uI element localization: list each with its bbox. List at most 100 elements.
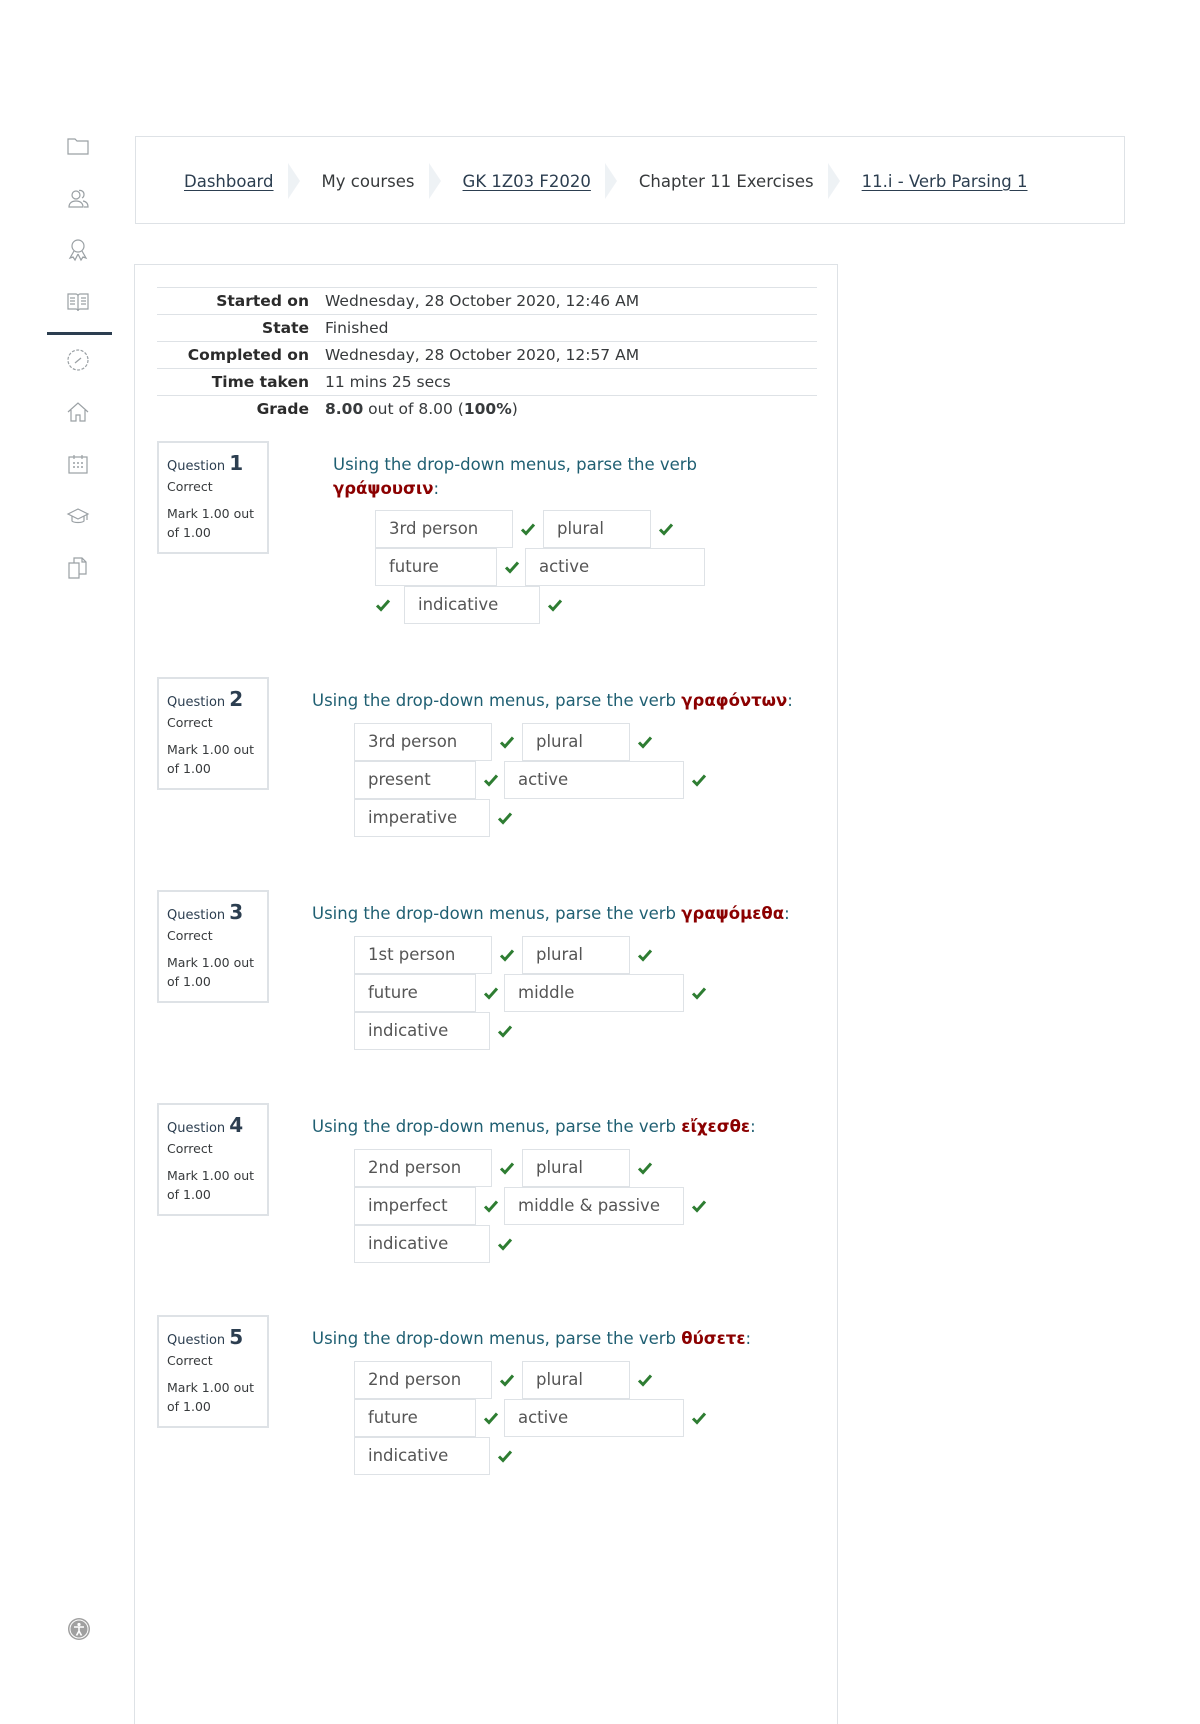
question-number-value: 2: [229, 687, 244, 711]
voice-select[interactable]: active: [504, 761, 684, 799]
question-prompt: Using the drop-down menus, parse the ver…: [333, 455, 698, 474]
question-block: Question 4 Correct Mark 1.00 out of 1.00 Us…: [157, 1103, 797, 1303]
voice-select[interactable]: active: [525, 548, 705, 586]
breadcrumb-separator: [827, 163, 842, 199]
attempt-summary-table: Started on Wednesday, 28 October 2020, 1…: [157, 287, 817, 422]
question-suffix: :: [433, 479, 440, 498]
question-status: Correct: [167, 715, 213, 730]
mood-select[interactable]: indicative: [354, 1437, 490, 1475]
correct-check-icon: [547, 597, 563, 613]
grade-percent: 100%: [463, 400, 512, 418]
summary-row-state: State Finished: [157, 314, 817, 342]
accessibility-icon[interactable]: [68, 1618, 90, 1640]
badge-icon[interactable]: [66, 238, 90, 262]
question-block: Question 3 Correct Mark 1.00 out of 1.00 Us…: [157, 890, 797, 1090]
book-icon[interactable]: [66, 290, 90, 314]
question-label: Question: [167, 695, 226, 710]
question-number: Question 3: [167, 900, 259, 924]
question-block: Question 5 Correct Mark 1.00 out of 1.00 Us…: [157, 1315, 797, 1515]
number-select[interactable]: plural: [522, 723, 630, 761]
question-status: Correct: [167, 928, 213, 943]
correct-check-icon: [499, 947, 515, 963]
question-label: Question: [167, 908, 226, 923]
correct-check-icon: [691, 1198, 707, 1214]
question-number: Question 5: [167, 1325, 259, 1349]
breadcrumb: Dashboard My courses GK 1Z03 F2020 Chapt…: [184, 137, 1028, 225]
tense-select[interactable]: future: [354, 974, 476, 1012]
question-info: Question 5 Correct Mark 1.00 out of 1.00: [157, 1315, 269, 1428]
correct-check-icon: [691, 1410, 707, 1426]
question-number: Question 1: [167, 451, 259, 475]
number-select[interactable]: plural: [522, 936, 630, 974]
mood-select[interactable]: indicative: [404, 586, 540, 624]
correct-check-icon: [520, 521, 536, 537]
number-select[interactable]: plural: [522, 1149, 630, 1187]
tense-select[interactable]: imperfect: [354, 1187, 476, 1225]
question-status: Correct: [167, 1353, 213, 1368]
question-prompt: Using the drop-down menus, parse the ver…: [312, 904, 682, 923]
voice-select[interactable]: active: [504, 1399, 684, 1437]
sidebar-nav: [0, 0, 120, 1697]
correct-check-icon: [504, 559, 520, 575]
breadcrumb-separator: [287, 163, 302, 199]
correct-check-icon: [375, 597, 391, 613]
person-select[interactable]: 2nd person: [354, 1149, 492, 1187]
correct-check-icon: [497, 1023, 513, 1039]
correct-check-icon: [637, 734, 653, 750]
question-text: Using the drop-down menus, parse the ver…: [312, 902, 812, 926]
correct-check-icon: [637, 1372, 653, 1388]
time-taken-label: Time taken: [157, 368, 325, 396]
number-select[interactable]: plural: [522, 1361, 630, 1399]
question-label: Question: [167, 1333, 226, 1348]
grade-value: 8.00 out of 8.00 (100%): [325, 395, 817, 422]
person-select[interactable]: 2nd person: [354, 1361, 492, 1399]
mood-select[interactable]: indicative: [354, 1012, 490, 1050]
home-icon[interactable]: [66, 400, 90, 424]
question-mark: Mark 1.00 out of 1.00: [167, 1380, 255, 1414]
calendar-icon[interactable]: [66, 452, 90, 476]
question-info: Question 4 Correct Mark 1.00 out of 1.00: [157, 1103, 269, 1216]
breadcrumb-quiz[interactable]: 11.i - Verb Parsing 1: [862, 172, 1028, 191]
question-mark: Mark 1.00 out of 1.00: [167, 742, 255, 776]
users-icon[interactable]: [66, 186, 90, 210]
breadcrumb-course[interactable]: GK 1Z03 F2020: [463, 172, 591, 191]
breadcrumb-my-courses: My courses: [321, 171, 415, 191]
question-number-value: 4: [229, 1113, 244, 1137]
question-block: Question 1 Correct Mark 1.00 out of 1.00 Us…: [157, 441, 797, 641]
completed-value: Wednesday, 28 October 2020, 12:57 AM: [325, 341, 817, 369]
mood-select[interactable]: indicative: [354, 1225, 490, 1263]
mood-select[interactable]: imperative: [354, 799, 490, 837]
tense-select[interactable]: future: [354, 1399, 476, 1437]
tense-select[interactable]: future: [375, 548, 497, 586]
question-label: Question: [167, 1121, 226, 1136]
person-select[interactable]: 3rd person: [354, 723, 492, 761]
tense-select[interactable]: present: [354, 761, 476, 799]
question-number-value: 1: [229, 451, 244, 475]
number-select[interactable]: plural: [543, 510, 651, 548]
correct-check-icon: [499, 1372, 515, 1388]
folder-icon[interactable]: [66, 134, 90, 158]
question-number-value: 3: [229, 900, 244, 924]
question-text: Using the drop-down menus, parse the ver…: [312, 1115, 812, 1139]
question-info: Question 1 Correct Mark 1.00 out of 1.00: [157, 441, 269, 554]
correct-check-icon: [497, 1448, 513, 1464]
person-select[interactable]: 1st person: [354, 936, 492, 974]
person-select[interactable]: 3rd person: [375, 510, 513, 548]
breadcrumb-bar: Dashboard My courses GK 1Z03 F2020 Chapt…: [135, 136, 1125, 224]
started-label: Started on: [157, 287, 325, 315]
dashboard-gauge-icon[interactable]: [66, 348, 90, 372]
question-number-value: 5: [229, 1325, 244, 1349]
summary-row-completed: Completed on Wednesday, 28 October 2020,…: [157, 341, 817, 369]
breadcrumb-dashboard[interactable]: Dashboard: [184, 172, 274, 191]
summary-row-started: Started on Wednesday, 28 October 2020, 1…: [157, 287, 817, 315]
graduation-cap-icon[interactable]: [66, 504, 90, 528]
files-icon[interactable]: [66, 556, 90, 580]
correct-check-icon: [497, 810, 513, 826]
question-block: Question 2 Correct Mark 1.00 out of 1.00 Us…: [157, 677, 797, 877]
question-status: Correct: [167, 1141, 213, 1156]
breadcrumb-separator: [604, 163, 619, 199]
correct-check-icon: [691, 772, 707, 788]
breadcrumb-separator: [428, 163, 443, 199]
voice-select[interactable]: middle: [504, 974, 684, 1012]
voice-select[interactable]: middle & passive: [504, 1187, 684, 1225]
